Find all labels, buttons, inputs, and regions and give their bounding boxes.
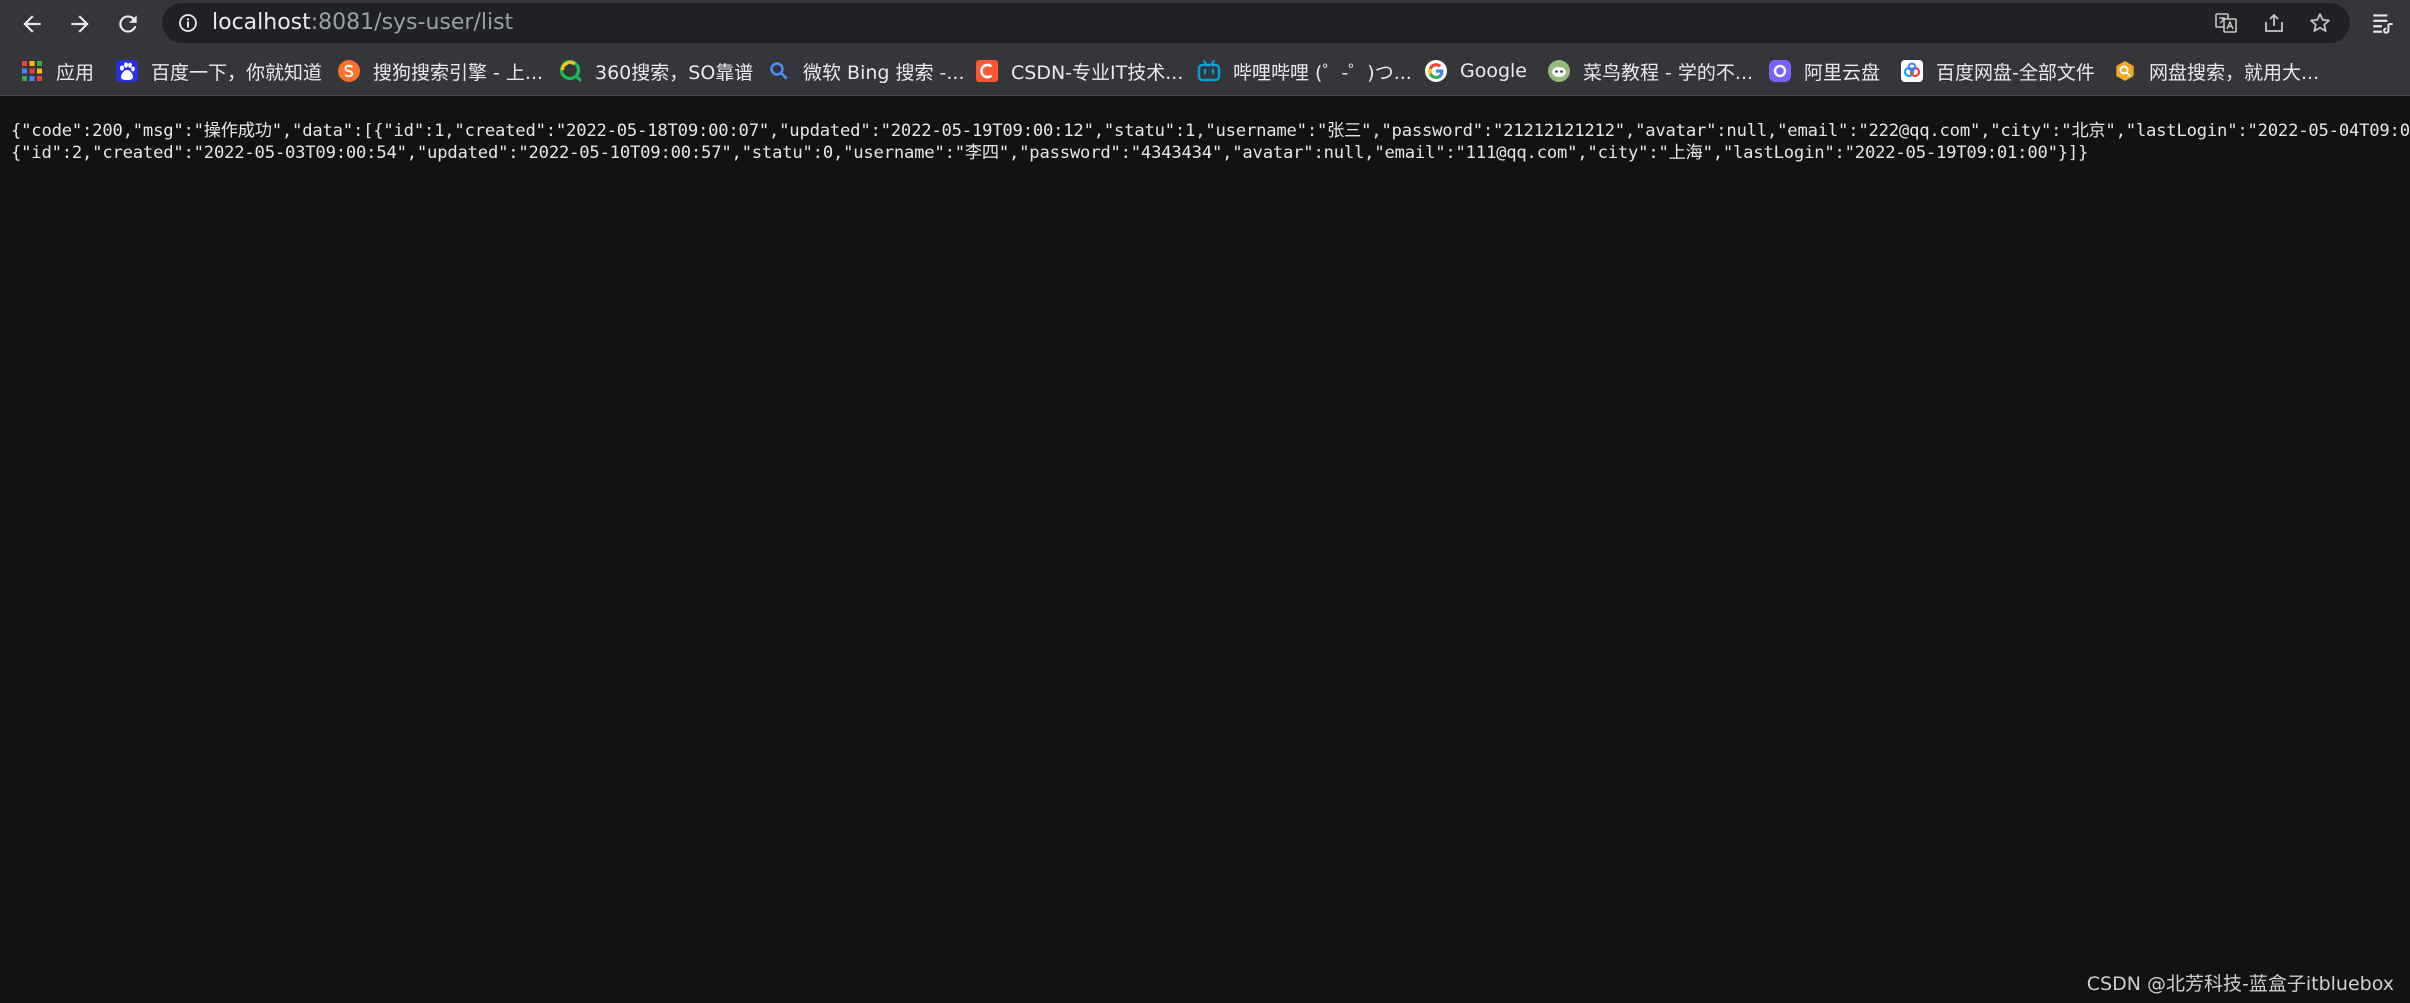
bookmark-label: 百度一下，你就知道: [151, 61, 323, 84]
forward-arrow-icon: [71, 15, 89, 33]
bing-search-icon: [767, 59, 791, 83]
csdn-icon: [975, 59, 999, 83]
bookmark-csdn[interactable]: CSDN-专业IT技术...: [975, 54, 1183, 88]
bookmark-bing[interactable]: 微软 Bing 搜索 -...: [767, 54, 965, 88]
sogou-icon: [337, 59, 361, 83]
baidu-paw-icon: [115, 59, 139, 83]
back-arrow-icon: [23, 15, 41, 33]
bookmark-label: 360搜索，SO靠谱: [595, 61, 754, 84]
browser-toolbar: localhost:8081/sys-user/list: [0, 0, 2410, 47]
url-path: :8081/sys-user/list: [310, 10, 514, 35]
bilibili-tv-icon: [1197, 59, 1221, 83]
bookmark-bilibili[interactable]: 哔哩哔哩 (゜-゜)つ...: [1197, 54, 1412, 88]
bookmark-sogou[interactable]: 搜狗搜索引擎 - 上...: [337, 54, 543, 88]
bookmark-baidu[interactable]: 百度一下，你就知道: [115, 54, 322, 88]
runoob-icon: [1547, 59, 1571, 83]
page-content: {"code":200,"msg":"操作成功","data":[{"id":1…: [0, 96, 2410, 1003]
apps-grid-icon: [20, 59, 44, 83]
reading-list-icon[interactable]: [2370, 10, 2396, 36]
bookmark-label: 百度网盘-全部文件: [1936, 61, 2095, 84]
bookmark-google[interactable]: Google: [1424, 54, 1527, 88]
address-bar[interactable]: localhost:8081/sys-user/list: [162, 3, 2350, 43]
google-icon: [1424, 59, 1448, 83]
bookmark-star-icon[interactable]: [2308, 11, 2332, 35]
bookmark-label: 搜狗搜索引擎 - 上...: [373, 61, 544, 84]
json-line: {"code":200,"msg":"操作成功","data":[{"id":1…: [11, 121, 2410, 141]
url-host: localhost: [212, 10, 311, 35]
back-button[interactable]: [14, 6, 50, 42]
bookmark-label: 菜鸟教程 - 学的不...: [1583, 61, 1754, 84]
url-text[interactable]: localhost:8081/sys-user/list: [212, 3, 513, 43]
pan-search-icon: [2113, 59, 2137, 83]
bookmark-360[interactable]: 360搜索，SO靠谱: [559, 54, 753, 88]
bookmark-aliyun[interactable]: 阿里云盘: [1768, 54, 1880, 88]
aliyun-drive-icon: [1768, 59, 1792, 83]
bookmark-label: Google: [1460, 60, 1528, 82]
bookmark-label: 微软 Bing 搜索 -...: [803, 61, 965, 84]
translate-icon[interactable]: [2214, 11, 2238, 35]
bookmark-label: 应用: [56, 61, 95, 84]
bookmark-runoob[interactable]: 菜鸟教程 - 学的不...: [1547, 54, 1753, 88]
bookmarks-bar: 应用 百度一下，你就知道 搜狗搜索引擎 - 上... 360搜索，SO靠谱 微软…: [0, 47, 2410, 96]
bookmark-baidu-netdisk[interactable]: 百度网盘-全部文件: [1900, 54, 2095, 88]
360-search-icon: [559, 59, 583, 83]
reload-icon: [119, 15, 137, 33]
watermark: CSDN @北芳科技-蓝盒子itbluebox: [2086, 973, 2394, 995]
json-line: {"id":2,"created":"2022-05-03T09:00:54",…: [11, 143, 2089, 163]
site-info-icon[interactable]: [178, 13, 198, 33]
forward-button[interactable]: [62, 6, 98, 42]
bookmark-label: CSDN-专业IT技术...: [1011, 61, 1184, 84]
bookmark-apps[interactable]: 应用: [20, 54, 94, 88]
bookmark-label: 哔哩哔哩 (゜-゜)つ...: [1233, 61, 1412, 84]
baidu-netdisk-icon: [1900, 59, 1924, 83]
share-icon[interactable]: [2262, 11, 2286, 35]
bookmark-label: 网盘搜索，就用大...: [2149, 61, 2320, 84]
json-response: {"code":200,"msg":"操作成功","data":[{"id":1…: [11, 120, 2410, 164]
bookmark-pan-search[interactable]: 网盘搜索，就用大...: [2113, 54, 2319, 88]
bookmark-label: 阿里云盘: [1804, 61, 1881, 84]
reload-button[interactable]: [110, 6, 146, 42]
